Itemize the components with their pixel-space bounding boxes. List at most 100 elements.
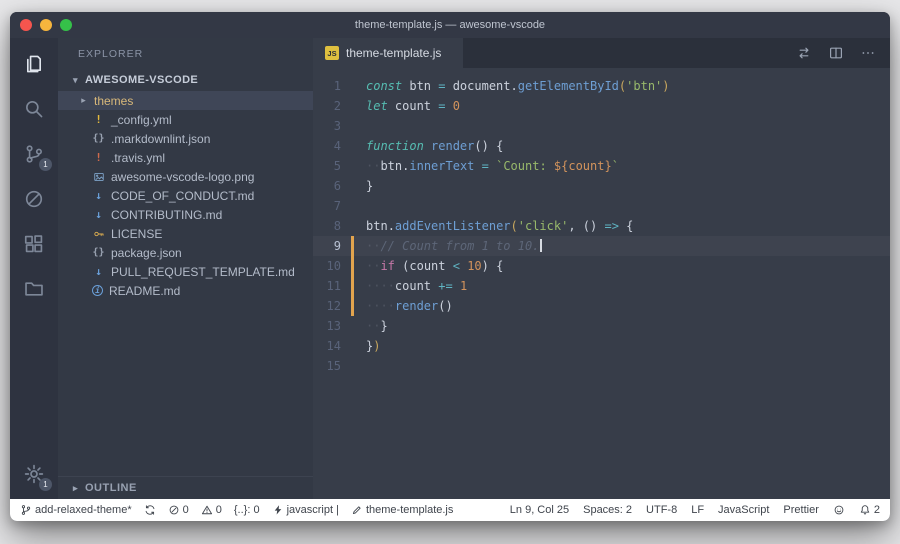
tab-theme-template[interactable]: JS theme-template.js <box>313 38 463 68</box>
line-text: ····count += 1 <box>354 276 467 296</box>
warnings-status[interactable]: 0 <box>201 504 222 516</box>
root-folder-row[interactable]: ▾ AWESOME-VSCODE <box>58 69 313 91</box>
markdown-icon: ↓ <box>92 265 105 278</box>
line-number[interactable]: 14 <box>313 336 351 356</box>
line-number[interactable]: 2 <box>313 96 351 116</box>
markdown-icon: ↓ <box>92 208 105 221</box>
code-line-15[interactable]: 15 <box>313 356 890 376</box>
file-package.json[interactable]: {}package.json <box>58 243 313 262</box>
code-line-3[interactable]: 3 <box>313 116 890 136</box>
status-label: javascript | <box>287 504 339 516</box>
feedback[interactable] <box>833 504 845 516</box>
code-line-14[interactable]: 14}) <box>313 336 890 356</box>
yaml-warning-icon: ! <box>92 151 105 164</box>
activity-explorer[interactable] <box>21 51 47 77</box>
markdown-icon: ↓ <box>92 189 105 202</box>
active-file-status[interactable]: theme-template.js <box>351 504 453 516</box>
line-number[interactable]: 8 <box>313 216 351 236</box>
file-_config.yml[interactable]: !_config.yml <box>58 110 313 129</box>
encoding[interactable]: UTF-8 <box>646 504 677 516</box>
outline-label: OUTLINE <box>85 482 137 494</box>
code-editor[interactable]: 1const btn = document.getElementById('bt… <box>313 68 890 499</box>
file-label: CONTRIBUTING.md <box>111 208 222 222</box>
line-number[interactable]: 15 <box>313 356 351 376</box>
code-line-13[interactable]: 13··} <box>313 316 890 336</box>
notifications[interactable]: 2 <box>859 504 880 516</box>
bell-icon <box>859 504 871 516</box>
line-text: let count = 0 <box>354 96 460 116</box>
code-line-8[interactable]: 8btn.addEventListener('click', () => { <box>313 216 890 236</box>
line-number[interactable]: 1 <box>313 76 351 96</box>
file-label: PULL_REQUEST_TEMPLATE.md <box>111 265 295 279</box>
key-icon <box>92 228 105 240</box>
outline-section[interactable]: ▸ OUTLINE <box>58 476 313 499</box>
activity-settings[interactable]: 1 <box>21 461 47 487</box>
bracket-count-status[interactable]: {..}: 0 <box>234 504 260 516</box>
files-icon <box>23 53 45 75</box>
code-line-7[interactable]: 7 <box>313 196 890 216</box>
code-line-12[interactable]: 12····render() <box>313 296 890 316</box>
status-label: Prettier <box>783 504 818 516</box>
sync-changes-button[interactable] <box>796 45 812 61</box>
js-standard-status[interactable]: javascript | <box>272 504 339 516</box>
indentation[interactable]: Spaces: 2 <box>583 504 632 516</box>
code-line-5[interactable]: 5··btn.innerText = `Count: ${count}` <box>313 156 890 176</box>
code-line-2[interactable]: 2let count = 0 <box>313 96 890 116</box>
file-CODE_OF_CONDUCT.md[interactable]: ↓CODE_OF_CONDUCT.md <box>58 186 313 205</box>
root-folder-label: AWESOME-VSCODE <box>85 74 198 86</box>
errors-status[interactable]: 0 <box>168 504 189 516</box>
line-number[interactable]: 10 <box>313 256 351 276</box>
file-label: LICENSE <box>111 227 162 241</box>
activity-source-control[interactable]: 1 <box>21 141 47 167</box>
activity-bar-bottom: 1 <box>21 461 47 487</box>
more-actions-button[interactable] <box>860 45 876 61</box>
line-text: btn.addEventListener('click', () => { <box>354 216 633 236</box>
code-line-9[interactable]: 9··// Count from 1 to 10. <box>313 236 890 256</box>
code-line-6[interactable]: 6} <box>313 176 890 196</box>
activity-file-manager[interactable] <box>21 276 47 302</box>
formatter[interactable]: Prettier <box>783 504 818 516</box>
sidebar-title: EXPLORER <box>58 38 313 69</box>
file-themes[interactable]: ▸themes <box>58 91 313 110</box>
file-.travis.yml[interactable]: !.travis.yml <box>58 148 313 167</box>
minimize-button[interactable] <box>40 19 52 31</box>
chevron-right-icon: ▸ <box>71 483 80 494</box>
info-icon: i <box>92 285 103 296</box>
code-line-11[interactable]: 11····count += 1 <box>313 276 890 296</box>
eol[interactable]: LF <box>691 504 704 516</box>
sync-status[interactable] <box>144 504 156 516</box>
split-editor-button[interactable] <box>828 45 844 61</box>
file-.markdownlint.json[interactable]: {}.markdownlint.json <box>58 129 313 148</box>
line-number[interactable]: 4 <box>313 136 351 156</box>
sidebar: EXPLORER ▾ AWESOME-VSCODE ▸themes!_confi… <box>58 38 313 499</box>
code-line-1[interactable]: 1const btn = document.getElementById('bt… <box>313 76 890 96</box>
file-label: _config.yml <box>111 113 172 127</box>
file-README.md[interactable]: iREADME.md <box>58 281 313 300</box>
activity-debug[interactable] <box>21 186 47 212</box>
line-number[interactable]: 5 <box>313 156 351 176</box>
code-line-4[interactable]: 4function render() { <box>313 136 890 156</box>
line-number[interactable]: 11 <box>313 276 351 296</box>
line-number[interactable]: 9 <box>313 236 351 256</box>
line-number[interactable]: 3 <box>313 116 351 136</box>
activity-badge: 1 <box>39 478 52 491</box>
file-CONTRIBUTING.md[interactable]: ↓ CONTRIBUTING.md <box>58 205 313 224</box>
line-number[interactable]: 6 <box>313 176 351 196</box>
status-label: Spaces: 2 <box>583 504 632 516</box>
cursor-position[interactable]: Ln 9, Col 25 <box>510 504 569 516</box>
git-branch-status[interactable]: add-relaxed-theme* <box>20 504 132 516</box>
close-button[interactable] <box>20 19 32 31</box>
file-PULL_REQUEST_TEMPLATE.md[interactable]: ↓ PULL_REQUEST_TEMPLATE.md <box>58 262 313 281</box>
zoom-button[interactable] <box>60 19 72 31</box>
status-label: LF <box>691 504 704 516</box>
line-number[interactable]: 13 <box>313 316 351 336</box>
file-awesome-vscode-logo.png[interactable]: awesome-vscode-logo.png <box>58 167 313 186</box>
line-number[interactable]: 7 <box>313 196 351 216</box>
code-line-10[interactable]: 10··if (count < 10) { <box>313 256 890 276</box>
line-number[interactable]: 12 <box>313 296 351 316</box>
json-braces-icon: {} <box>92 247 105 258</box>
file-LICENSE[interactable]: LICENSE <box>58 224 313 243</box>
activity-search[interactable] <box>21 96 47 122</box>
language-mode[interactable]: JavaScript <box>718 504 769 516</box>
activity-extensions[interactable] <box>21 231 47 257</box>
